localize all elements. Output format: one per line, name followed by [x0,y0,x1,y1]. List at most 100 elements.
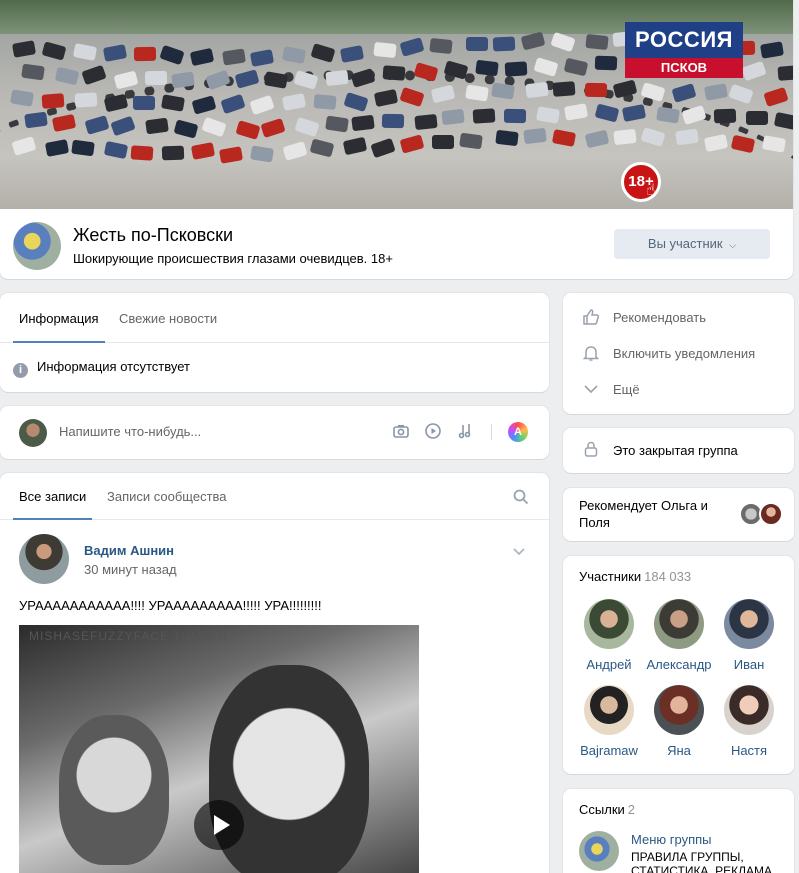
cover-car [431,135,454,150]
video-person-left [59,715,169,865]
member-item[interactable]: Bajramaw [574,685,644,758]
cover-car [472,108,496,124]
chevron-down-icon: ⌵ [729,240,737,250]
music-icon[interactable] [455,422,475,442]
member-avatar [724,599,774,649]
cover-car [102,43,128,62]
cover-car [714,108,737,124]
cover-car [492,36,515,52]
logo-top-text: РОССИЯ [625,22,743,58]
cover-image[interactable]: РОССИЯ ПСКОВ 18+ ☝ [0,0,793,209]
member-name: Яна [667,743,691,758]
friends-recommend-card[interactable]: Рекомендует Ольга и Поля [563,488,794,541]
friends-recommend-text: Рекомендует Ольга и Поля [579,498,708,530]
cover-car [313,93,337,110]
cover-car [189,47,214,66]
cover-car [54,67,80,86]
cover-car [503,109,526,124]
cover-car [777,64,793,81]
tab-fresh-news[interactable]: Свежие новости [119,293,217,343]
links-header[interactable]: Ссылки 2 [579,802,635,817]
member-item[interactable]: Яна [644,685,714,758]
member-item[interactable]: Андрей [574,599,644,672]
cover-car [72,43,97,62]
post-input[interactable]: Напишите что-нибудь... [59,424,201,439]
cover-car [523,127,547,145]
member-item[interactable]: Александр [644,599,714,672]
info-tabs: Информация Свежие новости [0,293,549,343]
cover-car [372,41,397,58]
cover-car [113,70,139,90]
search-icon[interactable] [513,489,529,505]
post-author[interactable]: Вадим Ашнин [84,543,174,558]
cover-car [728,83,754,105]
cover-car [533,56,559,77]
link-description: ПРАВИЛА ГРУППЫ, СТАТИСТИКА, РЕКЛАМА [631,850,772,873]
tab-community-posts[interactable]: Записи сообщества [107,473,227,520]
cover-car [746,111,769,126]
info-icon: i [13,363,28,378]
members-title: Участники [579,569,642,584]
cover-car [504,61,528,77]
link-avatar[interactable] [579,831,619,871]
group-header-card: РОССИЯ ПСКОВ 18+ ☝ Жесть по-Псковски Шок… [0,0,793,279]
cover-car [351,114,375,132]
tab-information[interactable]: Информация [13,293,105,343]
recommend-label: Рекомендовать [613,310,706,325]
member-item[interactable]: Иван [714,599,784,672]
post-video[interactable]: MISHASEFUZZYFACE TUMBLR [19,625,419,873]
post-composer: Напишите что-нибудь... A [0,406,549,459]
cover-car [249,49,275,68]
cover-car [671,82,697,103]
post-time[interactable]: 30 минут назад [84,562,177,577]
cover-car [10,88,35,107]
cover-car [494,129,519,147]
cover-car [340,44,365,63]
cover-car [382,113,405,129]
cover-car [594,55,617,71]
cover-car [310,43,336,64]
group-avatar[interactable] [13,222,61,270]
cover-car [704,83,729,102]
member-name: Иван [733,657,765,672]
cover-car [549,32,576,53]
cover-car [763,87,789,108]
notifications-label: Включить уведомления [613,346,756,361]
group-info-bar: Жесть по-Псковски Шокирующие происшестви… [0,209,793,279]
video-watermark: MISHASEFUZZYFACE TUMBLR [29,629,229,643]
thumbs-up-icon [581,308,601,328]
chevron-down-icon[interactable] [512,545,526,559]
members-card: Участники 184 033 Андрей Александр Иван B… [563,556,794,774]
play-icon[interactable] [194,800,244,850]
member-avatar [654,599,704,649]
post-author-avatar[interactable] [19,534,69,584]
member-name: Bajramaw [580,743,638,758]
cover-car [160,93,185,112]
camera-icon[interactable] [391,422,411,442]
group-status: Шокирующие происшествия глазами очевидце… [73,251,393,266]
cover-car [81,64,107,86]
tab-all-posts[interactable]: Все записи [13,473,93,520]
links-count: 2 [627,802,636,817]
cover-car [21,63,45,81]
user-avatar[interactable] [19,419,47,447]
info-card: Информация Свежие новости i Информация от… [0,293,549,392]
cover-car [429,37,453,54]
video-icon[interactable] [423,422,443,442]
cover-car [282,45,307,64]
member-name: Александр [646,657,712,672]
cover-car [613,128,637,145]
members-header[interactable]: Участники 184 033 [579,569,691,584]
chevron-down-icon [581,380,601,400]
cover-car [382,65,406,82]
cover-car [441,108,466,126]
cover-car [159,44,185,65]
link-title[interactable]: Меню группы [631,832,712,847]
member-button[interactable]: Вы участник ⌵ [614,229,770,259]
member-item[interactable]: Настя [714,685,784,758]
cover-car [41,41,67,61]
avatar-editor-icon[interactable]: A [508,422,528,442]
lock-icon [581,440,601,460]
cover-car [525,82,549,99]
member-name: Настя [730,743,768,758]
